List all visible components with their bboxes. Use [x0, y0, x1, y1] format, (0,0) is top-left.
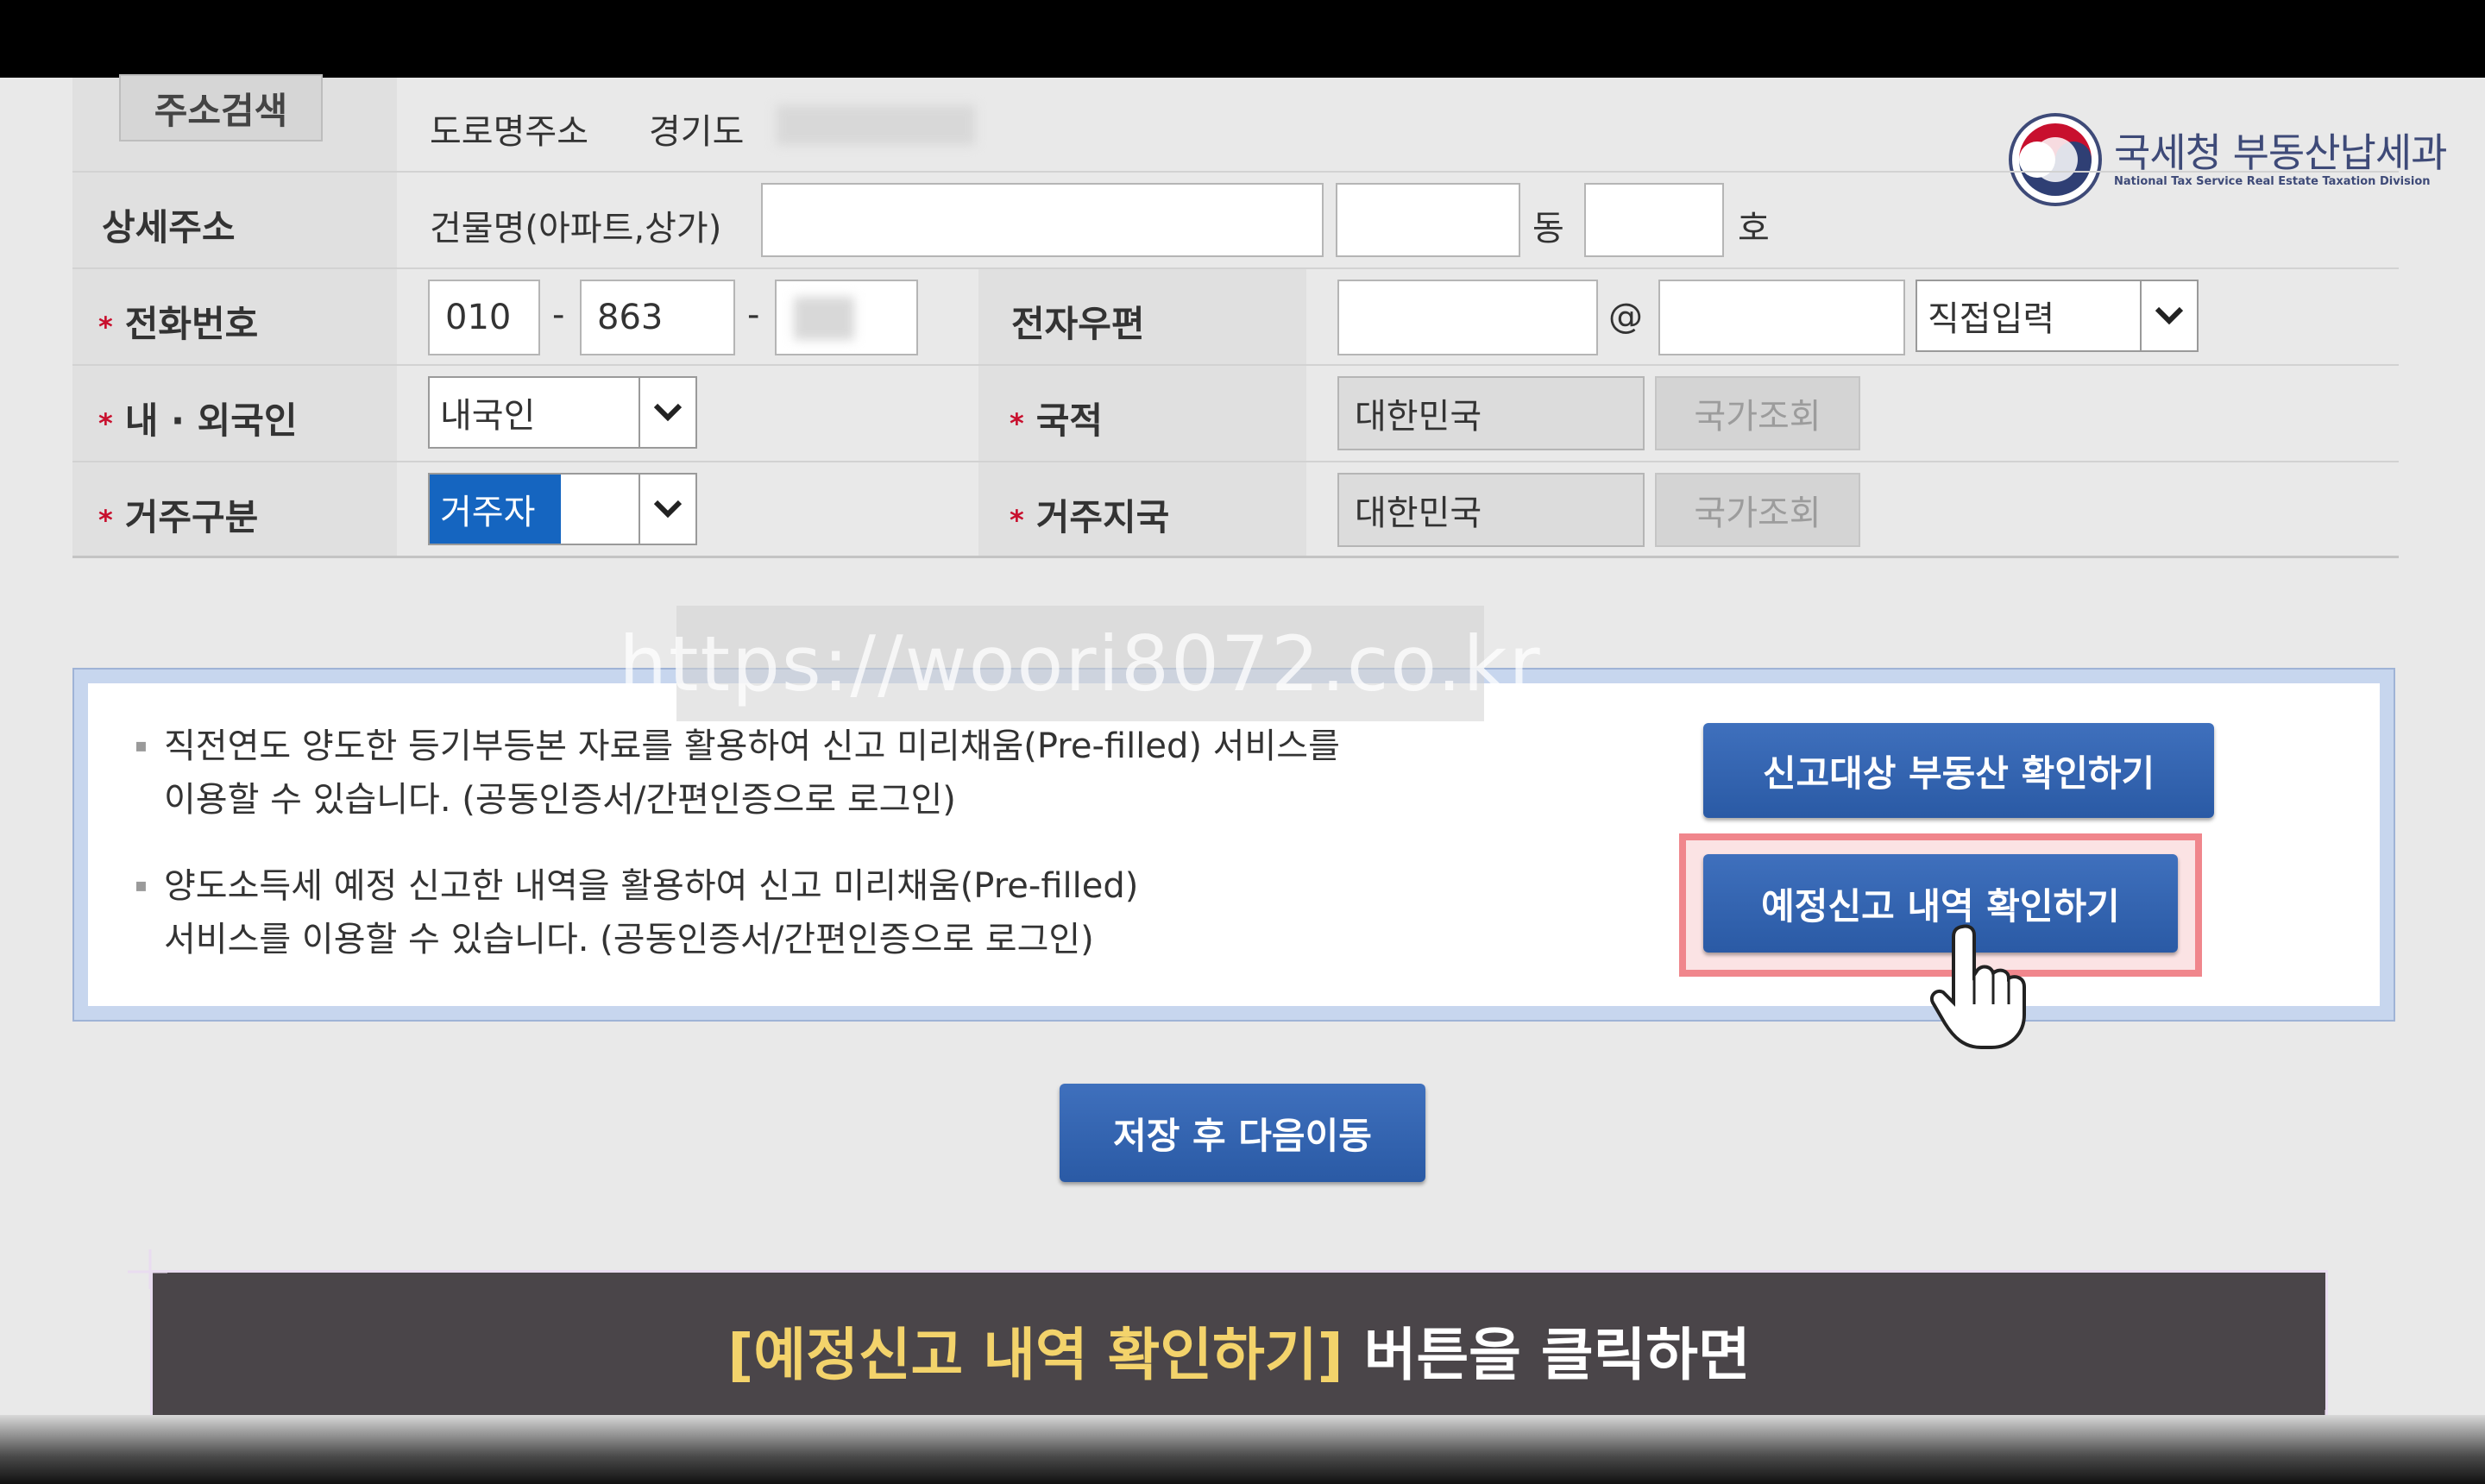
- redacted-address: [777, 105, 975, 145]
- residency-value: 거주자: [430, 475, 562, 544]
- video-top-bar: [0, 0, 2485, 78]
- row-divider: [72, 556, 2399, 558]
- required-star-icon: *: [98, 406, 113, 440]
- dong-input[interactable]: [1336, 183, 1520, 257]
- phone-part1-input[interactable]: 010: [428, 280, 540, 355]
- residence-country-field: 대한민국: [1337, 473, 1645, 547]
- info-bullet-1: 직전연도 양도한 등기부등본 자료를 활용하여 신고 미리채움(Pre-fill…: [135, 720, 1340, 827]
- required-star-icon: *: [1010, 406, 1024, 440]
- required-star-icon: *: [98, 503, 113, 537]
- nationality-label: * 국적: [1010, 399, 1104, 442]
- subtitle-highlight: [예정신고 내역 확인하기]: [727, 1322, 1343, 1388]
- row-divider: [72, 171, 2399, 173]
- phone-separator: -: [552, 295, 565, 335]
- chevron-down-icon[interactable]: [2140, 281, 2197, 350]
- residence-country-lookup-button[interactable]: 국가조회: [1655, 473, 1860, 547]
- video-bottom-bar: [0, 1415, 2485, 1484]
- info-bullet-1-line1: 직전연도 양도한 등기부등본 자료를 활용하여 신고 미리채움(Pre-fill…: [164, 726, 1340, 766]
- check-target-property-button[interactable]: 신고대상 부동산 확인하기: [1703, 723, 2214, 818]
- email-domain-input[interactable]: [1658, 280, 1905, 355]
- resident-type-value: 내국인: [440, 396, 536, 436]
- residence-country-label: * 거주지국: [1010, 496, 1170, 538]
- residency-select[interactable]: 거주자: [428, 473, 697, 545]
- chevron-down-icon[interactable]: [639, 475, 695, 544]
- dong-label: 동: [1532, 209, 1564, 248]
- ho-label: 호: [1738, 209, 1770, 248]
- video-subtitle: [예정신고 내역 확인하기] 버튼을 클릭하면: [150, 1270, 2328, 1431]
- address-search-button[interactable]: 주소검색: [119, 74, 323, 141]
- province-value: 경기도: [649, 112, 745, 152]
- building-name-label: 건물명(아파트,상가): [430, 209, 722, 248]
- residency-label: * 거주구분: [98, 496, 259, 538]
- save-and-next-button[interactable]: 저장 후 다음이동: [1060, 1084, 1425, 1182]
- subtitle-corner-mark: [128, 1249, 167, 1289]
- required-star-icon: *: [98, 310, 113, 343]
- watermark: https://woori8072.co.kr: [619, 606, 1540, 721]
- info-bullet-2-line2: 서비스를 이용할 수 있습니다. (공동인증서/간편인증으로 로그인): [164, 920, 1094, 959]
- phone-separator: -: [747, 295, 760, 335]
- phone-label: * 전화번호: [98, 303, 259, 345]
- subtitle-text: 버튼을 클릭하면: [1363, 1322, 1751, 1388]
- resident-type-label: * 내 · 외국인: [98, 399, 298, 442]
- nationality-lookup-button[interactable]: 국가조회: [1655, 376, 1860, 450]
- nationality-field: 대한민국: [1337, 376, 1645, 450]
- email-user-input[interactable]: [1337, 280, 1598, 355]
- hand-pointer-icon: [1930, 924, 2026, 1049]
- chevron-down-icon[interactable]: [639, 378, 695, 447]
- required-star-icon: *: [1010, 503, 1024, 537]
- email-domain-select[interactable]: 직접입력: [1916, 280, 2199, 352]
- redacted-phone: [794, 297, 854, 340]
- email-at-sign: @: [1608, 297, 1643, 336]
- info-bullet-1-line2: 이용할 수 있습니다. (공동인증서/간편인증으로 로그인): [164, 780, 956, 820]
- info-bullet-2-line1: 양도소득세 예정 신고한 내역을 활용하여 신고 미리채움(Pre-filled…: [164, 866, 1139, 906]
- taxpayer-form: 주소검색 도로명주소 경기도 상세주소 건물명(아파트,상가) 동 호 * 전화번…: [72, 74, 2399, 561]
- ho-input[interactable]: [1584, 183, 1724, 257]
- building-name-input[interactable]: [761, 183, 1324, 257]
- detail-address-label: 상세주소: [102, 206, 236, 248]
- phone-part3-input[interactable]: [775, 280, 918, 355]
- road-address-label: 도로명주소: [430, 112, 588, 152]
- email-domain-select-value: 직접입력: [1928, 299, 2055, 339]
- resident-type-select[interactable]: 내국인: [428, 376, 697, 449]
- info-bullet-2: 양도소득세 예정 신고한 내역을 활용하여 신고 미리채움(Pre-filled…: [135, 859, 1139, 966]
- email-label: 전자우편: [1011, 303, 1145, 345]
- phone-part2-input[interactable]: 863: [580, 280, 735, 355]
